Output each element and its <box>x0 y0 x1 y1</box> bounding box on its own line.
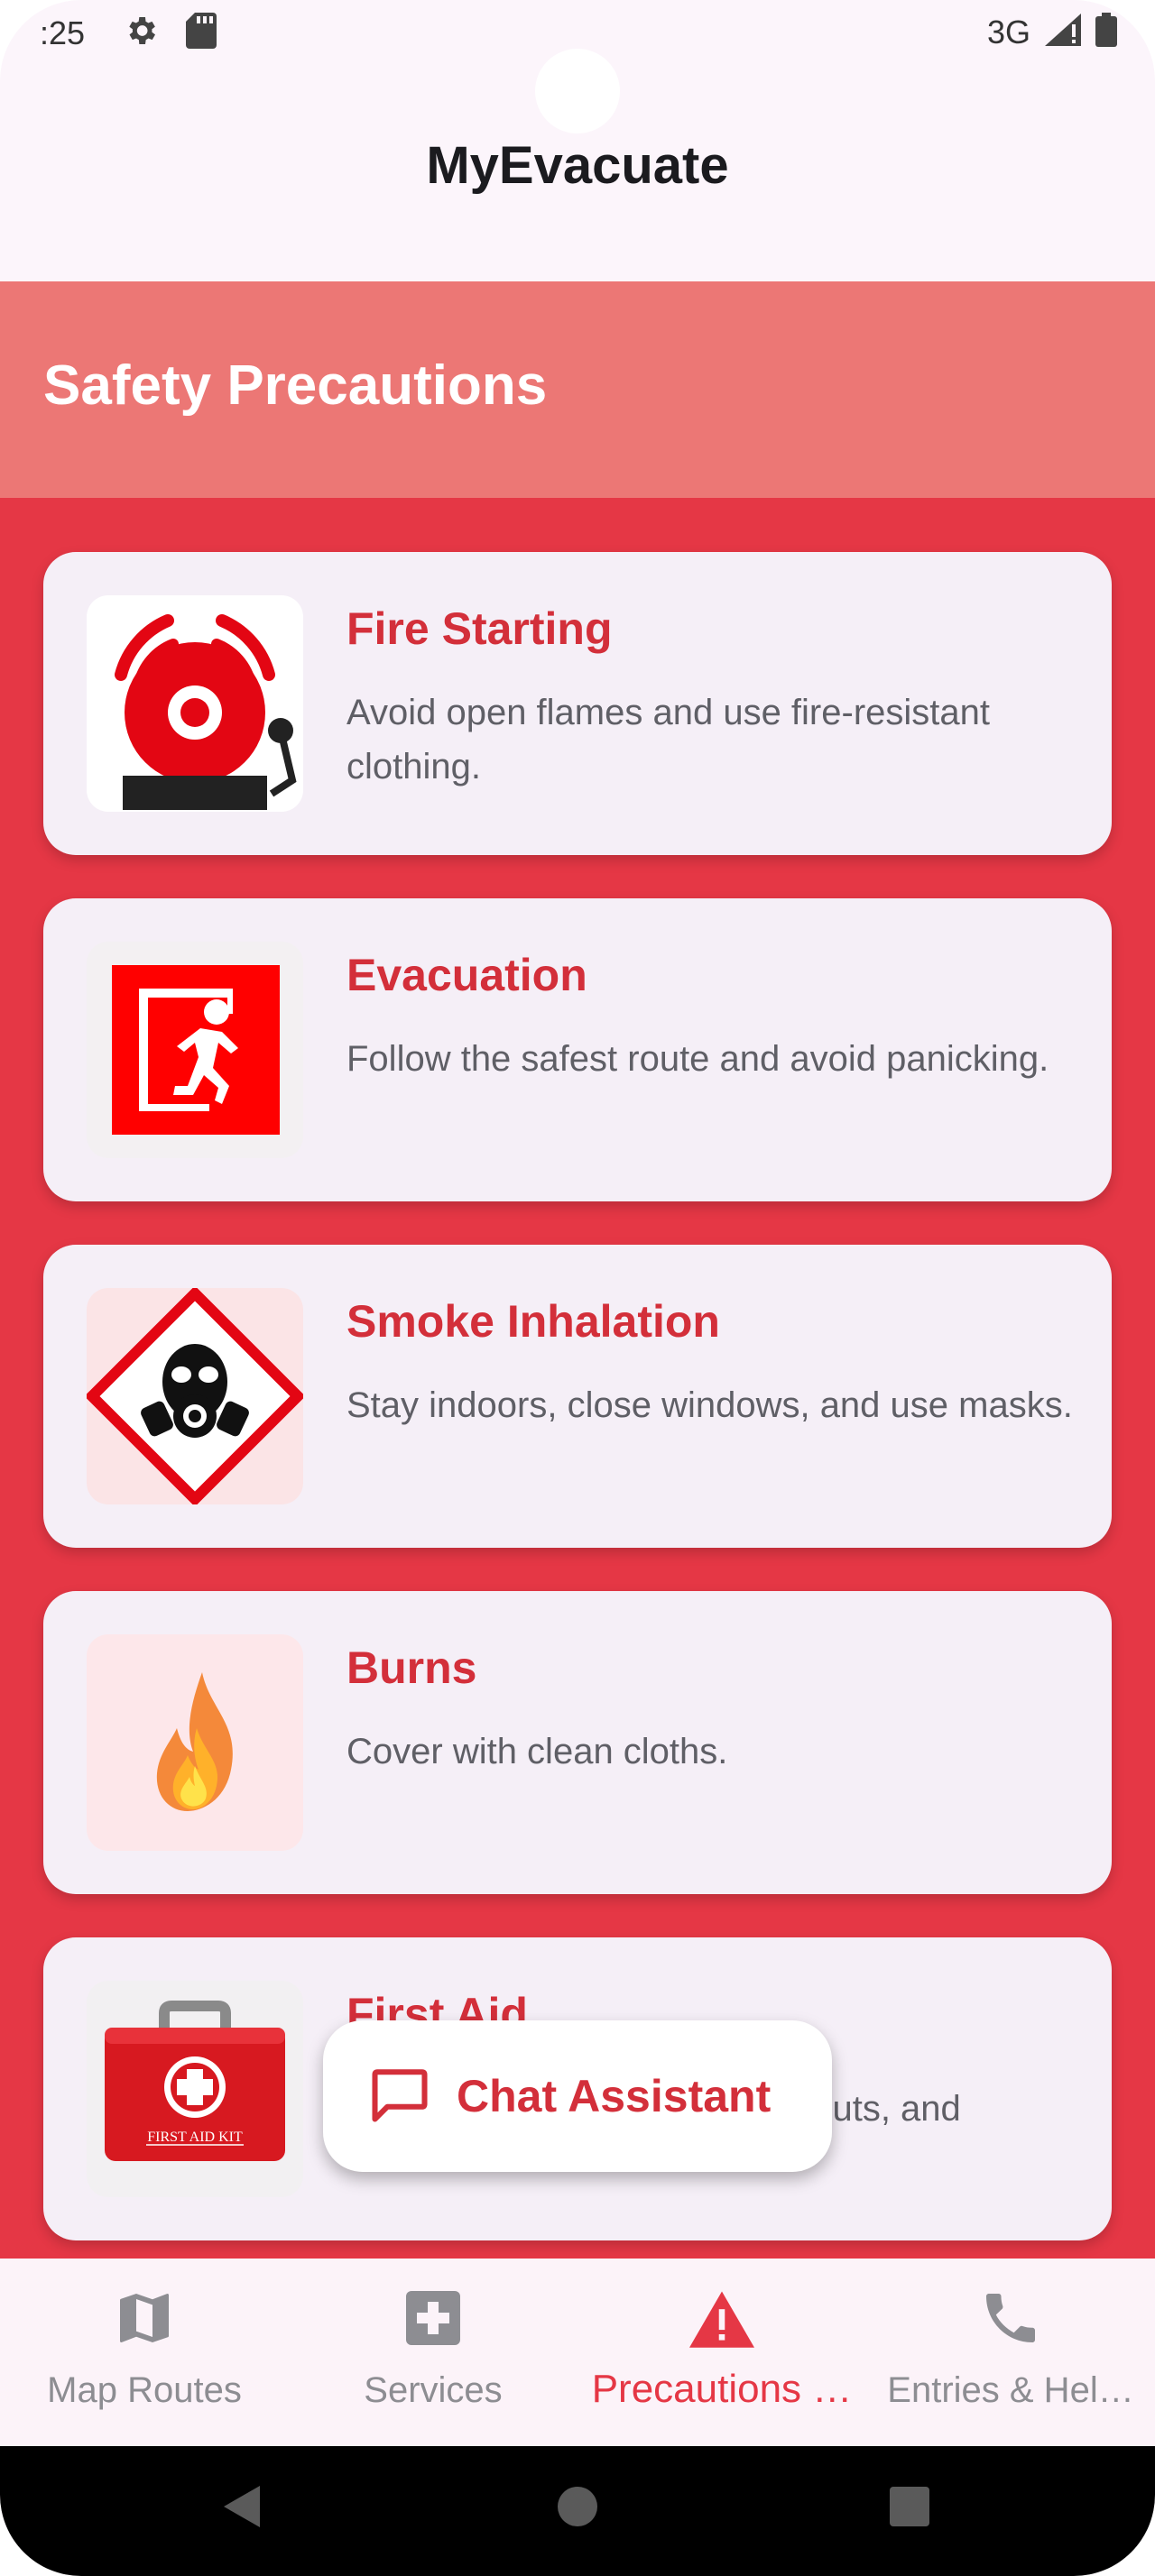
nav-label: Services <box>364 2370 503 2410</box>
nav-entries-help[interactable]: Entries & Hel… <box>866 2259 1155 2446</box>
card-description: Follow the safest route and avoid panick… <box>346 1039 1049 1079</box>
phone-icon <box>978 2286 1043 2355</box>
app-title: MyEvacuate <box>426 136 729 195</box>
battery-icon <box>1095 13 1117 51</box>
section-header: Safety Precautions <box>0 281 1155 498</box>
precautions-list: Fire Starting Avoid open flames and use … <box>0 498 1155 2259</box>
recents-icon[interactable] <box>888 2482 931 2535</box>
section-title: Safety Precautions <box>43 354 548 417</box>
svg-text:FIRST AID KIT: FIRST AID KIT <box>147 2130 243 2145</box>
card-description: Cover with clean cloths. <box>346 1732 728 1771</box>
card-description: Avoid open flames and use fire-resistant… <box>346 693 990 787</box>
gas-mask-icon <box>87 1288 303 1504</box>
fire-alarm-bell-icon <box>87 595 303 812</box>
system-navigation-bar <box>0 2446 1155 2576</box>
sd-card-icon <box>186 13 217 53</box>
nav-map-routes[interactable]: Map Routes <box>0 2259 289 2446</box>
precaution-card-burns[interactable]: Burns Cover with clean cloths. <box>43 1591 1112 1894</box>
camera-cutout <box>535 49 620 133</box>
nav-label: Map Routes <box>47 2370 242 2410</box>
bottom-navigation: Map Routes Services Precautions … Entrie… <box>0 2259 1155 2446</box>
card-title: Fire Starting <box>346 603 613 654</box>
nav-services[interactable]: Services <box>289 2259 578 2446</box>
nav-precautions[interactable]: Precautions … <box>578 2259 866 2446</box>
home-icon[interactable] <box>556 2482 599 2535</box>
nav-label: Precautions … <box>591 2367 853 2411</box>
map-icon <box>112 2286 177 2355</box>
emergency-exit-icon <box>87 942 303 1158</box>
precaution-card-smoke-inhalation[interactable]: Smoke Inhalation Stay indoors, close win… <box>43 1245 1112 1548</box>
phone-screen: :25 3G MyEvacuate Safety Precautions Fir… <box>0 0 1155 2576</box>
card-title: Smoke Inhalation <box>346 1296 720 1347</box>
card-title: Evacuation <box>346 950 587 1000</box>
card-description: Stay indoors, close windows, and use mas… <box>346 1385 1073 1425</box>
signal-icon <box>1045 14 1081 51</box>
gear-icon <box>123 13 159 53</box>
network-type: 3G <box>986 13 1030 51</box>
chat-assistant-button[interactable]: Chat Assistant <box>323 2020 832 2172</box>
first-aid-kit-icon: FIRST AID KIT <box>87 1981 303 2197</box>
warning-icon <box>686 2286 758 2355</box>
precaution-card-evacuation[interactable]: Evacuation Follow the safest route and a… <box>43 898 1112 1201</box>
back-icon[interactable] <box>220 2482 263 2535</box>
card-title: Burns <box>346 1642 477 1693</box>
flame-icon <box>87 1634 303 1851</box>
precaution-card-fire-starting[interactable]: Fire Starting Avoid open flames and use … <box>43 552 1112 855</box>
medical-cross-icon <box>401 2286 466 2355</box>
chat-assistant-label: Chat Assistant <box>457 2071 772 2121</box>
status-time: :25 <box>40 14 86 51</box>
chat-bubble-icon <box>370 2066 430 2127</box>
nav-label: Entries & Hel… <box>887 2370 1134 2410</box>
